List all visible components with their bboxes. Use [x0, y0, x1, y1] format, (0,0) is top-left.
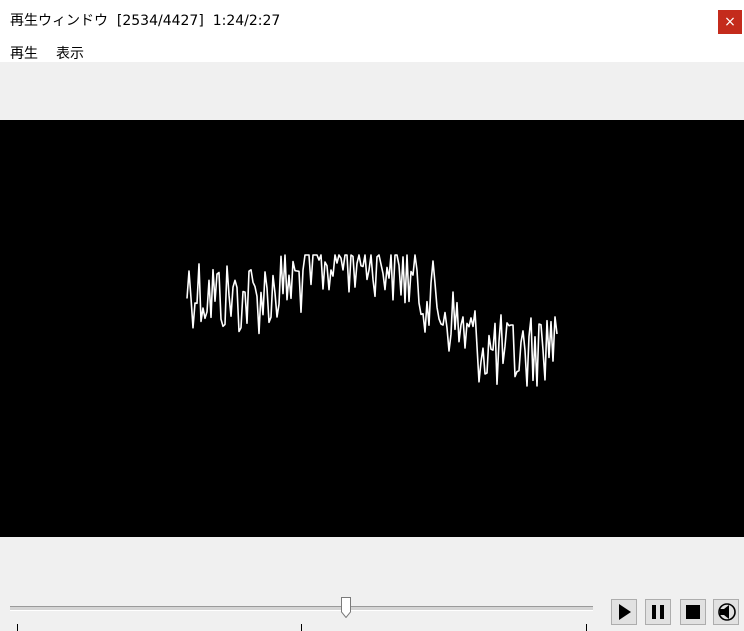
play-button[interactable]: [611, 599, 637, 625]
volume-icon: [718, 603, 736, 621]
volume-button[interactable]: [713, 599, 739, 625]
pause-button[interactable]: [645, 599, 671, 625]
seek-bar-thumb[interactable]: [341, 597, 352, 618]
menu-play[interactable]: 再生: [10, 43, 38, 63]
title-bar[interactable]: 再生ウィンドウ [2534/4427] 1:24/2:27 ×: [0, 0, 744, 40]
audio-waveform: [186, 254, 558, 387]
seek-bar-track[interactable]: [10, 606, 593, 611]
play-icon: [619, 604, 631, 620]
stop-button[interactable]: [680, 599, 706, 625]
window-title: 再生ウィンドウ [2534/4427] 1:24/2:27: [10, 13, 281, 29]
close-button[interactable]: ×: [718, 10, 742, 34]
menu-bar: 再生 表示: [0, 40, 744, 62]
seek-tick: [17, 624, 18, 631]
stop-icon: [686, 605, 700, 619]
menu-view[interactable]: 表示: [56, 43, 84, 63]
pause-icon: [652, 605, 664, 619]
seek-tick: [301, 624, 302, 631]
video-display: [0, 120, 744, 537]
playback-window: 再生ウィンドウ [2534/4427] 1:24/2:27 × 再生 表示: [0, 0, 744, 631]
seek-tick: [586, 624, 587, 631]
